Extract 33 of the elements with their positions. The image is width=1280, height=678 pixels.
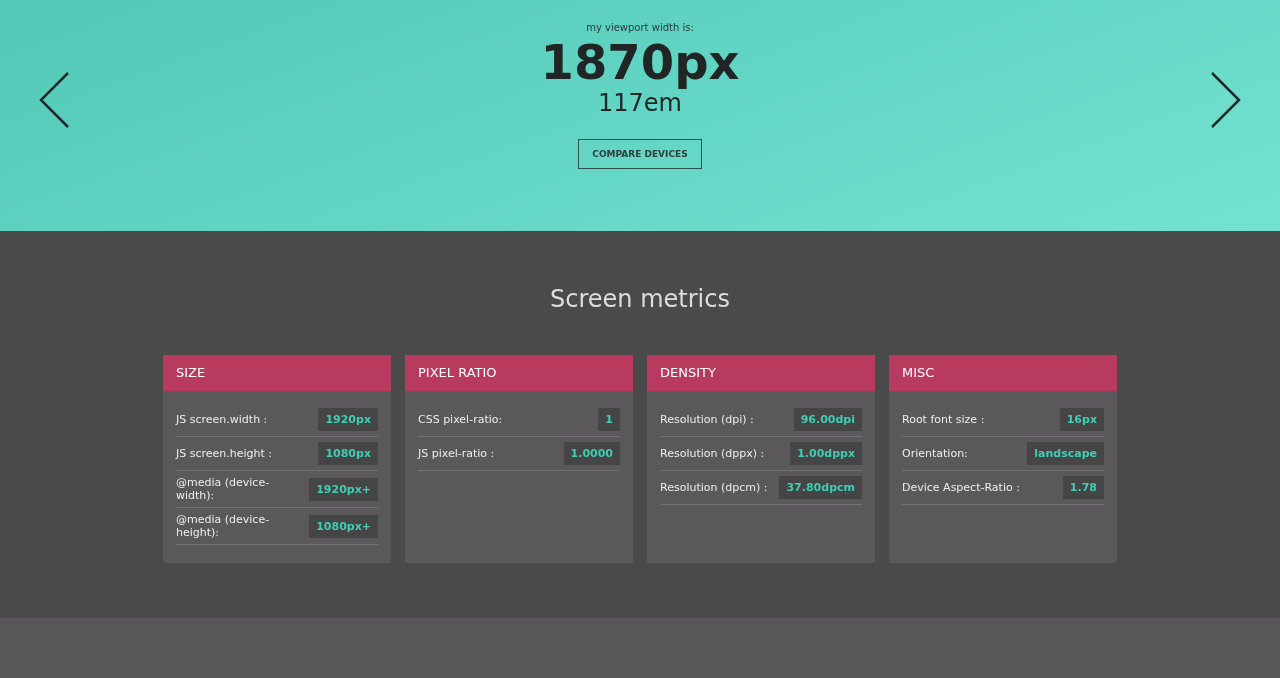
metric-label: @media (device-height):: [176, 513, 271, 539]
card-header: SIZE: [163, 355, 391, 391]
metric-value: 1080px+: [309, 514, 378, 538]
metric-value: 1.00dppx: [790, 442, 862, 465]
card-header: DENSITY: [647, 355, 875, 391]
viewport-width-px: 1870px: [540, 35, 740, 89]
metric-value: 1.0000: [563, 442, 620, 465]
metric-label: Resolution (dppx) :: [660, 447, 765, 460]
metric-label: JS pixel-ratio :: [418, 447, 495, 460]
metric-label: Orientation:: [902, 447, 968, 460]
metric-value: 1920px+: [309, 477, 378, 501]
card-header: MISC: [889, 355, 1117, 391]
metric-value: 1920px: [318, 408, 378, 431]
section-title: Screen metrics: [550, 285, 730, 313]
metric-value: 37.80dpcm: [779, 476, 862, 499]
viewport-caption: my viewport width is:: [586, 22, 694, 33]
metric-value: 96.00dpi: [793, 408, 862, 431]
metric-label: CSS pixel-ratio:: [418, 413, 503, 426]
card-header: PIXEL RATIO: [405, 355, 633, 391]
metric-label: Root font size :: [902, 413, 985, 426]
metric-label: Resolution (dpcm) :: [660, 481, 768, 494]
metric-value: 16px: [1059, 408, 1104, 431]
metric-value: 1080px: [318, 442, 378, 465]
metric-value: 1.78: [1062, 476, 1104, 499]
metric-label: Resolution (dpi) :: [660, 413, 754, 426]
metric-label: JS screen.height :: [176, 447, 273, 460]
compare-devices-button[interactable]: COMPARE DEVICES: [578, 139, 702, 169]
metric-value: 1: [598, 408, 620, 431]
metric-value: landscape: [1027, 442, 1104, 465]
metric-label: JS screen.width :: [176, 413, 268, 426]
viewport-width-em: 117em: [598, 89, 682, 117]
metric-label: Device Aspect-Ratio :: [902, 481, 1020, 494]
metric-label: @media (device-width):: [176, 476, 271, 502]
